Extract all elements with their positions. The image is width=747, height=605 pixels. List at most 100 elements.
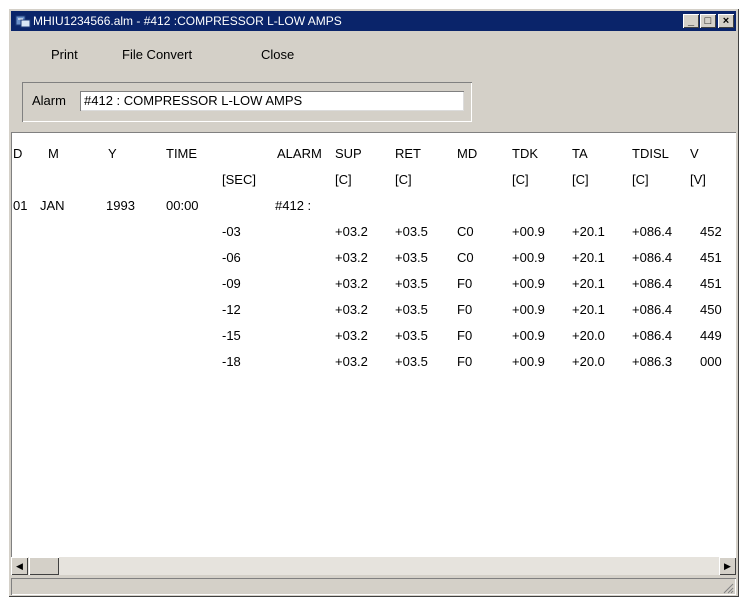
col-header-y: Y xyxy=(108,146,117,161)
event-day: 01 xyxy=(13,198,28,213)
unit-v: [V] xyxy=(690,172,706,187)
table-row: -09 +03.2 +03.5 F0 +00.9 +20.1 +086.4 451 xyxy=(11,274,736,294)
table-row: -18 +03.2 +03.5 F0 +00.9 +20.0 +086.3 000 xyxy=(11,352,736,372)
table-row: -15 +03.2 +03.5 F0 +00.9 +20.0 +086.4 449 xyxy=(11,326,736,346)
event-year: 1993 xyxy=(106,198,135,213)
print-menu-item[interactable]: Print xyxy=(51,47,78,62)
cell-v: 449 xyxy=(700,328,722,343)
cell-v: 451 xyxy=(700,276,722,291)
unit-sec: [SEC] xyxy=(222,172,256,187)
cell-sup: +03.2 xyxy=(335,302,368,317)
cell-ta: +20.0 xyxy=(572,354,605,369)
cell-ret: +03.5 xyxy=(395,250,428,265)
scrollbar-thumb[interactable] xyxy=(29,557,59,575)
cell-ta: +20.1 xyxy=(572,302,605,317)
minimize-button[interactable]: _ xyxy=(683,14,699,28)
cell-ret: +03.5 xyxy=(395,328,428,343)
cell-tdisl: +086.4 xyxy=(632,328,673,343)
unit-ret: [C] xyxy=(395,172,412,187)
table-row: -06 +03.2 +03.5 C0 +00.9 +20.1 +086.4 451 xyxy=(11,248,736,268)
col-header-m: M xyxy=(48,146,59,161)
menu-bar: Print File Convert Close xyxy=(11,33,736,73)
file-convert-menu-item[interactable]: File Convert xyxy=(122,47,192,62)
cell-sec: -03 xyxy=(222,224,241,239)
cell-ta: +20.1 xyxy=(572,250,605,265)
cell-tdk: +00.9 xyxy=(512,276,545,291)
col-header-d: D xyxy=(13,146,23,161)
table-row: -03 +03.2 +03.5 C0 +00.9 +20.1 +086.4 452 xyxy=(11,222,736,242)
maximize-button[interactable]: □ xyxy=(700,14,716,28)
unit-ta: [C] xyxy=(572,172,589,187)
col-header-md: MD xyxy=(457,146,478,161)
close-window-button[interactable]: × xyxy=(718,14,734,28)
cell-ret: +03.5 xyxy=(395,276,428,291)
cell-md: F0 xyxy=(457,302,473,317)
col-header-tdk: TDK xyxy=(512,146,538,161)
cell-sup: +03.2 xyxy=(335,354,368,369)
status-bar xyxy=(11,578,736,595)
cell-md: F0 xyxy=(457,354,473,369)
window-title: MHIU1234566.alm - #412 :COMPRESSOR L-LOW… xyxy=(33,14,342,28)
cell-ret: +03.5 xyxy=(395,354,428,369)
cell-ta: +20.1 xyxy=(572,276,605,291)
cell-md: C0 xyxy=(457,250,474,265)
cell-tdisl: +086.3 xyxy=(632,354,673,369)
event-month: JAN xyxy=(40,198,65,213)
unit-tdk: [C] xyxy=(512,172,529,187)
event-alarm: #412 : xyxy=(275,198,312,213)
cell-md: F0 xyxy=(457,328,473,343)
col-header-time: TIME xyxy=(166,146,198,161)
alarm-field[interactable]: #412 : COMPRESSOR L-LOW AMPS xyxy=(80,91,464,111)
scroll-right-button[interactable]: ▶ xyxy=(719,557,736,575)
col-header-v: V xyxy=(690,146,699,161)
cell-md: F0 xyxy=(457,276,473,291)
cell-ret: +03.5 xyxy=(395,224,428,239)
alarm-label: Alarm xyxy=(32,93,66,108)
cell-sec: -06 xyxy=(222,250,241,265)
cell-sup: +03.2 xyxy=(335,250,368,265)
cell-v: 450 xyxy=(700,302,722,317)
alarm-data-table[interactable]: D M Y TIME ALARM SUP RET MD TDK TA TDISL… xyxy=(11,132,736,557)
col-header-sup: SUP xyxy=(335,146,362,161)
cell-tdk: +00.9 xyxy=(512,354,545,369)
table-units-row: [SEC] [C] [C] [C] [C] [C] [V] xyxy=(11,170,736,190)
cell-tdisl: +086.4 xyxy=(632,250,673,265)
col-header-ret: RET xyxy=(395,146,421,161)
cell-v: 451 xyxy=(700,250,722,265)
event-time: 00:00 xyxy=(166,198,199,213)
resize-grip-icon[interactable] xyxy=(722,582,734,594)
table-row: -12 +03.2 +03.5 F0 +00.9 +20.1 +086.4 450 xyxy=(11,300,736,320)
cell-tdisl: +086.4 xyxy=(632,302,673,317)
alarm-panel: Alarm #412 : COMPRESSOR L-LOW AMPS xyxy=(22,82,472,122)
horizontal-scrollbar[interactable]: ◀ ▶ xyxy=(11,557,736,575)
cell-ta: +20.0 xyxy=(572,328,605,343)
cell-sec: -09 xyxy=(222,276,241,291)
cell-md: C0 xyxy=(457,224,474,239)
col-header-ta: TA xyxy=(572,146,588,161)
cell-tdk: +00.9 xyxy=(512,328,545,343)
cell-sup: +03.2 xyxy=(335,276,368,291)
cell-v: 000 xyxy=(700,354,722,369)
cell-sup: +03.2 xyxy=(335,224,368,239)
col-header-alarm: ALARM xyxy=(277,146,322,161)
cell-tdisl: +086.4 xyxy=(632,224,673,239)
cell-sec: -15 xyxy=(222,328,241,343)
cell-sup: +03.2 xyxy=(335,328,368,343)
cell-tdk: +00.9 xyxy=(512,250,545,265)
title-bar[interactable]: MHIU1234566.alm - #412 :COMPRESSOR L-LOW… xyxy=(11,11,736,31)
col-header-tdisl: TDISL xyxy=(632,146,669,161)
cell-tdk: +00.9 xyxy=(512,224,545,239)
cell-sec: -12 xyxy=(222,302,241,317)
cell-ret: +03.5 xyxy=(395,302,428,317)
cell-ta: +20.1 xyxy=(572,224,605,239)
close-menu-item[interactable]: Close xyxy=(261,47,294,62)
table-header-row: D M Y TIME ALARM SUP RET MD TDK TA TDISL… xyxy=(11,144,736,164)
cell-tdk: +00.9 xyxy=(512,302,545,317)
app-icon xyxy=(15,15,31,28)
unit-tdisl: [C] xyxy=(632,172,649,187)
cell-sec: -18 xyxy=(222,354,241,369)
scroll-left-button[interactable]: ◀ xyxy=(11,557,28,575)
cell-v: 452 xyxy=(700,224,722,239)
cell-tdisl: +086.4 xyxy=(632,276,673,291)
app-window: MHIU1234566.alm - #412 :COMPRESSOR L-LOW… xyxy=(8,8,739,597)
